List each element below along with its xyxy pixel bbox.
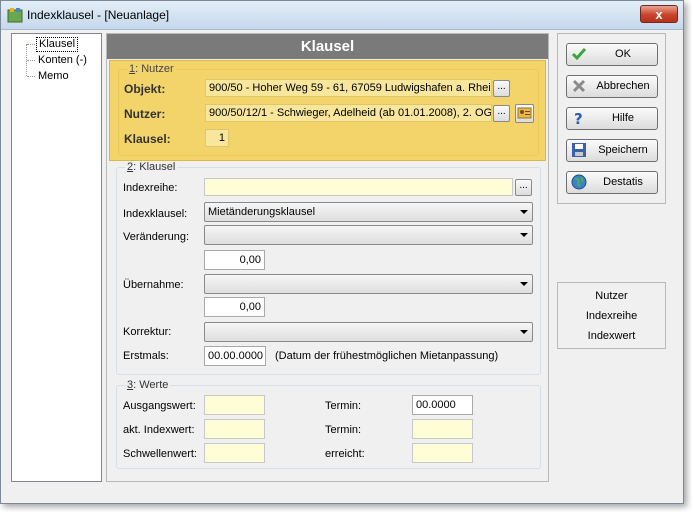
contact-card-icon (517, 107, 532, 119)
window-title: Indexklausel - [Neuanlage] (27, 8, 170, 22)
klausel-group-title: 2: Klausel (125, 161, 178, 174)
indexklausel-select[interactable]: Mietänderungsklausel (204, 202, 533, 222)
erreicht-label: erreicht: (325, 448, 365, 460)
veraenderung-label: Veränderung: (123, 231, 190, 243)
main-panel: Klausel 1: Nutzer Objekt: 900/50 - Hoher… (106, 33, 549, 482)
korrektur-select[interactable] (204, 322, 533, 342)
erstmals-date-field[interactable]: 00.00.0000 (204, 346, 266, 366)
save-disk-icon (572, 143, 586, 157)
ok-button-label: OK (615, 48, 631, 60)
navigation-tree: Klausel Konten (-) Memo (11, 33, 102, 482)
checkmark-icon (571, 48, 587, 61)
indexreihe-browse-button[interactable]: ... (515, 179, 532, 196)
speichern-button-label: Speichern (598, 144, 648, 156)
chevron-down-icon (520, 210, 528, 214)
klausel-group: 2: Klausel (116, 161, 541, 375)
help-icon: ? (574, 110, 583, 126)
info-panel: Nutzer Indexreihe Indexwert (557, 282, 666, 349)
tree-item-konten[interactable]: Konten (-) (36, 54, 89, 67)
nutzer-section: 1: Nutzer Objekt: 900/50 - Hoher Weg 59 … (109, 60, 546, 161)
destatis-button-label: Destatis (603, 176, 643, 188)
globe-icon (571, 174, 587, 190)
nutzer-browse-button[interactable]: ... (493, 105, 510, 122)
tree-item-klausel[interactable]: Klausel (36, 37, 79, 52)
indexklausel-value: Mietänderungsklausel (208, 206, 316, 218)
contact-card-button[interactable] (515, 104, 534, 123)
uebernahme-select[interactable] (204, 274, 533, 294)
termin-label-2: Termin: (325, 424, 362, 436)
termin-field-1[interactable]: 00.0000 (412, 395, 473, 415)
veraenderung-select[interactable] (204, 225, 533, 245)
werte-group-title: 3: Werte (125, 379, 171, 392)
objekt-browse-button[interactable]: ... (493, 80, 510, 97)
svg-text:?: ? (574, 110, 583, 126)
ok-button[interactable]: OK (566, 43, 658, 66)
nutzer-group-title: 1: Nutzer (127, 63, 176, 76)
nutzer-field[interactable]: 900/50/12/1 - Schwieger, Adelheid (ab 01… (205, 104, 492, 122)
hilfe-button[interactable]: ? Hilfe (566, 107, 658, 130)
termin-field-2 (412, 419, 473, 439)
title-bar[interactable]: Indexklausel - [Neuanlage] x (1, 1, 683, 30)
info-nutzer: Nutzer (595, 290, 628, 302)
uebernahme-amount-field[interactable]: 0,00 (204, 297, 265, 317)
destatis-button[interactable]: Destatis (566, 171, 658, 194)
klausel-number-field: 1 (205, 129, 229, 147)
objekt-field[interactable]: 900/50 - Hoher Weg 59 - 61, 67059 Ludwig… (205, 79, 492, 97)
indexklausel-label: Indexklausel: (123, 208, 188, 220)
akt-indexwert-label: akt. Indexwert: (123, 424, 195, 436)
hilfe-button-label: Hilfe (611, 112, 634, 124)
info-indexwert: Indexwert (587, 330, 636, 342)
chevron-down-icon (520, 233, 528, 237)
erstmals-hint: (Datum der frühestmöglichen Mietanpassun… (275, 350, 499, 362)
info-indexreihe: Indexreihe (585, 310, 638, 322)
action-panel: OK Abbrechen ? Hilfe Speichern Destatis (557, 33, 666, 204)
klausel-label: Klausel: (124, 132, 171, 146)
veraenderung-amount-field[interactable]: 0,00 (204, 250, 265, 270)
ausgangswert-label: Ausgangswert: (123, 400, 196, 412)
app-icon (7, 8, 23, 23)
chevron-down-icon (520, 282, 528, 286)
speichern-button[interactable]: Speichern (566, 139, 658, 162)
akt-indexwert-field (204, 419, 265, 439)
ausgangswert-field (204, 395, 265, 415)
cancel-icon (572, 79, 586, 93)
korrektur-label: Korrektur: (123, 326, 172, 338)
termin-label-1: Termin: (325, 400, 362, 412)
chevron-down-icon (520, 330, 528, 334)
objekt-label: Objekt: (124, 82, 166, 96)
nutzer-label: Nutzer: (124, 107, 166, 121)
uebernahme-label: Übernahme: (123, 279, 184, 291)
abbrechen-button-label: Abbrechen (596, 80, 650, 92)
erstmals-label: Erstmals: (123, 350, 169, 362)
dialog-window: Indexklausel - [Neuanlage] x Klausel Kon… (0, 0, 684, 504)
page-title: Klausel (107, 34, 548, 59)
close-button[interactable]: x (640, 5, 678, 23)
erreicht-field (412, 443, 473, 463)
schwellenwert-field (204, 443, 265, 463)
schwellenwert-label: Schwellenwert: (123, 448, 197, 460)
abbrechen-button[interactable]: Abbrechen (566, 75, 658, 98)
indexreihe-label: Indexreihe: (123, 182, 178, 194)
tree-item-memo[interactable]: Memo (36, 70, 71, 83)
indexreihe-field[interactable] (204, 178, 513, 196)
